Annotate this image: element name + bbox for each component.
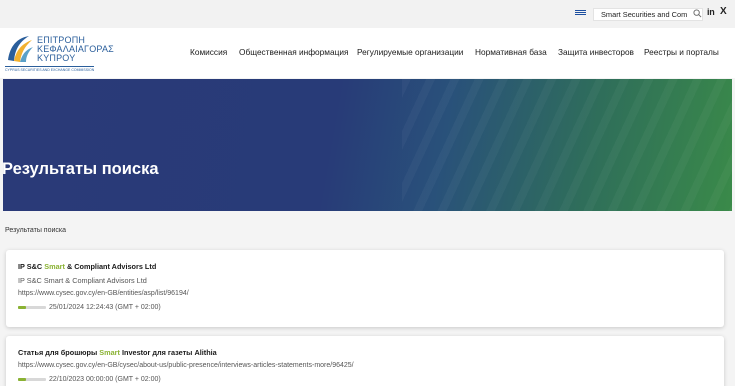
- nav-item-investor-protection[interactable]: Защита инвесторов: [558, 47, 634, 57]
- result-subtitle: IP S&C Smart & Compliant Advisors Ltd: [18, 276, 147, 285]
- x-icon[interactable]: X: [720, 6, 727, 17]
- search-icon[interactable]: [693, 9, 702, 18]
- breadcrumb[interactable]: Результаты поиска: [5, 227, 66, 234]
- page-title: Результаты поиска: [2, 160, 159, 178]
- result-url[interactable]: https://www.cysec.gov.cy/en-GB/entities/…: [18, 290, 189, 297]
- result-date: 25/01/2024 12:24:43 (GMT + 02:00): [49, 304, 161, 311]
- nav-item-registries-portals[interactable]: Реестры и порталы: [644, 47, 719, 57]
- result-title[interactable]: Статья для брошюры Smart Investor для га…: [18, 348, 217, 357]
- main-nav: Комиссия Общественная информация Регулир…: [0, 47, 735, 59]
- utility-bar: Smart Securities and Com in X: [0, 0, 735, 28]
- hero-pattern: [402, 79, 732, 211]
- relevance-bar: [18, 378, 46, 381]
- search-result-card[interactable]: Статья для брошюры Smart Investor для га…: [6, 336, 724, 386]
- search-term-highlight: Smart: [99, 348, 120, 357]
- greece-flag-icon[interactable]: [575, 10, 586, 17]
- nav-item-commission[interactable]: Комиссия: [190, 47, 227, 57]
- nav-item-regulated-entities[interactable]: Регулируемые организации: [357, 47, 463, 57]
- search-term-highlight: Smart: [44, 262, 65, 271]
- search-input[interactable]: Smart Securities and Com: [593, 8, 703, 21]
- hero-banner: [3, 79, 732, 211]
- nav-item-public-info[interactable]: Общественная информация: [239, 47, 348, 57]
- result-title[interactable]: IP S&C Smart & Compliant Advisors Ltd: [18, 262, 156, 271]
- logo-subtitle: CYPRUS SECURITIES AND EXCHANGE COMMISSIO…: [5, 66, 95, 72]
- result-url[interactable]: https://www.cysec.gov.cy/en-GB/cysec/abo…: [18, 362, 354, 369]
- search-result-card[interactable]: IP S&C Smart & Compliant Advisors Ltd IP…: [6, 250, 724, 327]
- nav-item-legal-framework[interactable]: Нормативная база: [475, 47, 547, 57]
- search-results-page: Smart Securities and Com in X ΕΠΙΤΡΟΠΗ Κ…: [0, 0, 735, 386]
- linkedin-icon[interactable]: in: [707, 7, 715, 17]
- result-date: 22/10/2023 00:00:00 (GMT + 02:00): [49, 376, 161, 383]
- relevance-bar: [18, 306, 46, 309]
